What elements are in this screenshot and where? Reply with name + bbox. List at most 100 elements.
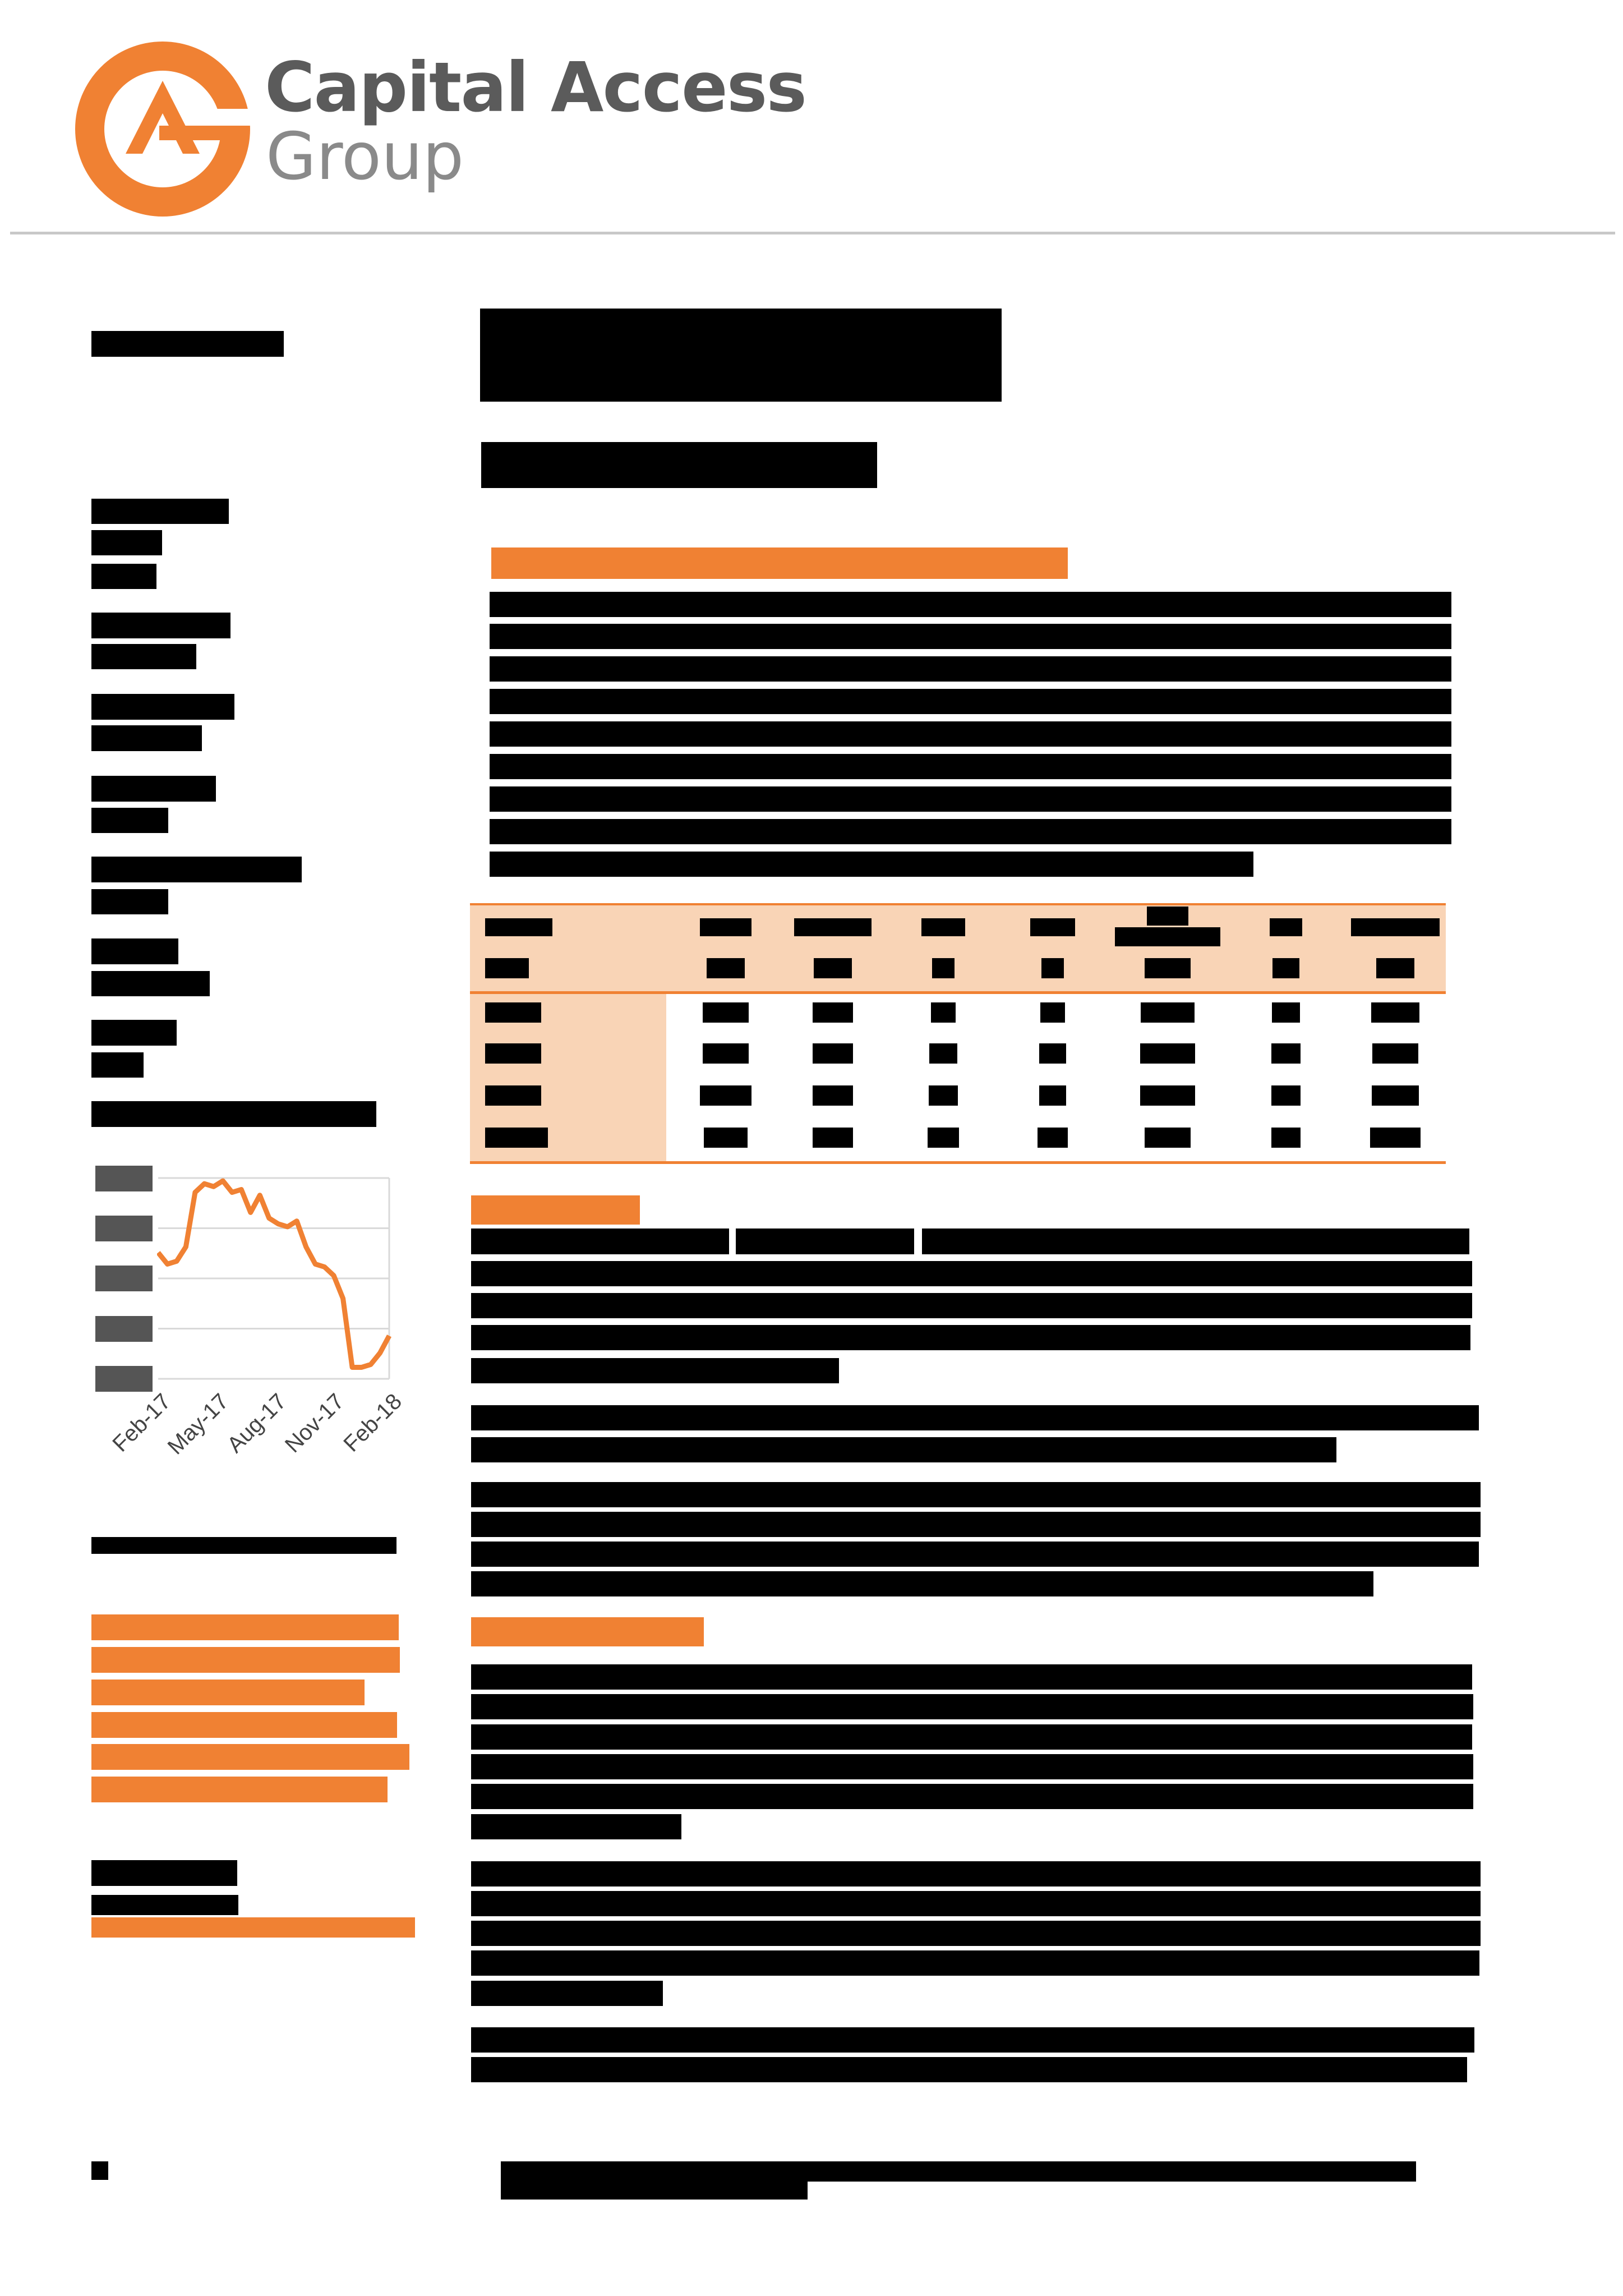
paragraph-line xyxy=(471,1694,1473,1719)
sidebar-field-label xyxy=(91,694,234,720)
sidebar-section-heading-redacted xyxy=(91,1537,396,1554)
footer-disclaimer-redacted xyxy=(501,2161,1416,2182)
section-heading-orange xyxy=(491,547,1068,579)
sidebar-field-label xyxy=(91,499,229,524)
price-series-line xyxy=(157,1178,391,1370)
paragraph-line xyxy=(471,1724,1472,1750)
paragraph-line xyxy=(471,1358,839,1383)
table-cell-redacted xyxy=(704,1128,748,1148)
paragraph-line xyxy=(490,754,1451,779)
table-header-redacted xyxy=(1041,958,1064,978)
table-cell-redacted xyxy=(1040,1002,1065,1023)
page-number-redacted xyxy=(91,2161,108,2180)
chart-heading-redacted xyxy=(91,1101,376,1127)
table-cell-redacted xyxy=(931,1002,956,1023)
table-cell-redacted xyxy=(1039,1043,1066,1064)
table-header-redacted xyxy=(1272,958,1299,978)
table-row-label-redacted xyxy=(485,958,529,978)
sidebar-orange-line xyxy=(91,1614,399,1640)
x-tick-label: Nov-17 xyxy=(280,1389,349,1458)
paragraph-line xyxy=(471,1542,1479,1567)
paragraph-line xyxy=(471,2027,1474,2053)
x-tick-label: May-17 xyxy=(163,1389,234,1460)
table-header-redacted xyxy=(1115,927,1220,946)
paragraph-line xyxy=(471,1891,1481,1916)
table-header-rule xyxy=(470,991,1446,994)
table-header-redacted xyxy=(700,918,751,936)
logo-text-line2: Group xyxy=(266,119,464,195)
paragraph-line xyxy=(471,1664,1472,1690)
paragraph-line xyxy=(471,1950,1479,1976)
table-cell-redacted xyxy=(703,1002,749,1023)
paragraph-line xyxy=(471,2057,1467,2082)
paragraph-line xyxy=(471,1571,1373,1596)
sidebar-field-value xyxy=(91,564,156,589)
sidebar-heading-redacted xyxy=(91,331,284,357)
x-tick-label: Aug-17 xyxy=(222,1389,292,1458)
table-row-label-redacted xyxy=(485,918,552,936)
table-cell-redacted xyxy=(813,1128,853,1148)
sidebar-field-label xyxy=(91,776,216,802)
section-heading-orange xyxy=(471,1195,640,1225)
y-tick-label-redacted xyxy=(95,1316,153,1342)
paragraph-line xyxy=(490,786,1451,812)
paragraph-line xyxy=(490,624,1451,649)
sidebar-field-label xyxy=(91,857,302,882)
sidebar-orange-line xyxy=(91,1647,400,1673)
report-title-redacted xyxy=(480,309,1002,402)
footer-disclaimer-redacted xyxy=(501,2179,808,2200)
paragraph-line xyxy=(490,819,1451,844)
table-cell-redacted xyxy=(929,1085,958,1106)
section-heading-orange xyxy=(471,1617,704,1646)
analyst-name-redacted xyxy=(91,1860,237,1886)
paragraph-line xyxy=(490,592,1451,617)
table-cell-redacted xyxy=(1271,1085,1301,1106)
table-cell-redacted xyxy=(1372,1085,1419,1106)
table-row-label-redacted xyxy=(485,1002,541,1023)
paragraph-line xyxy=(736,1228,914,1254)
paragraph-line xyxy=(471,1861,1481,1887)
sidebar-field-value xyxy=(91,808,168,833)
sidebar-field-value xyxy=(91,889,168,914)
analyst-title-redacted xyxy=(91,1895,238,1915)
table-header-redacted xyxy=(1376,958,1414,978)
table-row-label-redacted xyxy=(485,1085,541,1106)
paragraph-line xyxy=(471,1405,1479,1430)
paragraph-line xyxy=(471,1512,1481,1537)
table-cell-redacted xyxy=(1039,1085,1066,1106)
sidebar-field-label xyxy=(91,1020,177,1046)
paragraph-line xyxy=(471,1325,1470,1350)
table-cell-redacted xyxy=(1372,1043,1418,1064)
sidebar-field-value xyxy=(91,725,202,751)
paragraph-line xyxy=(471,1261,1472,1286)
sidebar-field-value xyxy=(91,530,162,555)
paragraph-line xyxy=(471,1921,1481,1946)
table-header-redacted xyxy=(1147,907,1188,926)
table-header-redacted xyxy=(921,918,965,936)
table-bottom-rule xyxy=(470,1161,1446,1164)
y-tick-label-redacted xyxy=(95,1216,153,1241)
paragraph-line xyxy=(471,1784,1473,1809)
paragraph-line xyxy=(471,1437,1336,1462)
paragraph-line xyxy=(471,1482,1481,1507)
table-row-label-redacted xyxy=(485,1043,541,1064)
x-tick-label: Feb-17 xyxy=(108,1389,176,1457)
sidebar-field-value xyxy=(91,971,210,996)
table-cell-redacted xyxy=(1140,1085,1195,1106)
paragraph-line xyxy=(490,852,1253,877)
table-cell-redacted xyxy=(700,1085,751,1106)
sidebar-orange-line xyxy=(91,1777,388,1802)
table-cell-redacted xyxy=(703,1043,749,1064)
sidebar-field-label xyxy=(91,938,178,964)
table-cell-redacted xyxy=(1271,1128,1301,1148)
table-cell-redacted xyxy=(1140,1043,1195,1064)
sidebar-field-value xyxy=(91,644,196,669)
table-header-redacted xyxy=(814,958,852,978)
table-header-redacted xyxy=(1270,918,1302,936)
table-header-redacted xyxy=(932,958,955,978)
table-cell-redacted xyxy=(813,1043,853,1064)
table-cell-redacted xyxy=(1145,1128,1191,1148)
sidebar-field-label xyxy=(91,613,230,638)
y-tick-label-redacted xyxy=(95,1366,153,1392)
table-header-redacted xyxy=(1030,918,1075,936)
